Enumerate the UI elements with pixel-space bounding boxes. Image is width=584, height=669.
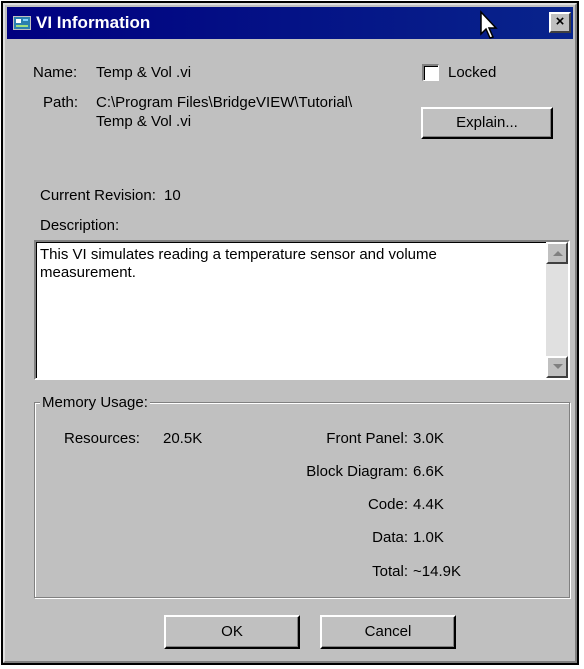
data-value: 1.0K: [413, 529, 444, 546]
description-scrollbar[interactable]: [546, 242, 568, 378]
arrow-up-icon: [553, 251, 563, 256]
front-panel-label: Front Panel:: [326, 430, 408, 447]
data-label: Data:: [372, 529, 408, 546]
name-label: Name:: [33, 64, 78, 81]
cancel-button-label: Cancel: [364, 623, 412, 640]
ok-button[interactable]: OK: [164, 615, 300, 649]
memory-usage-title: Memory Usage:: [40, 394, 150, 412]
locked-label[interactable]: Locked: [448, 64, 496, 82]
total-value: ~14.9K: [413, 563, 461, 580]
description-text[interactable]: This VI simulates reading a temperature …: [40, 246, 520, 282]
ok-button-label: OK: [221, 623, 243, 640]
arrow-down-icon: [553, 364, 563, 369]
window-title: VI Information: [36, 13, 151, 32]
scroll-down-button[interactable]: [546, 356, 568, 378]
path-label: Path:: [43, 94, 79, 111]
revision-label: Current Revision:: [40, 187, 156, 204]
resources-value: 20.5K: [163, 430, 203, 447]
front-panel-value: 3.0K: [413, 430, 444, 447]
scroll-up-button[interactable]: [546, 242, 568, 264]
block-diagram-value: 6.6K: [413, 463, 444, 480]
total-label: Total:: [372, 563, 408, 580]
resources-label: Resources:: [64, 430, 140, 447]
code-label: Code:: [367, 496, 408, 513]
locked-checkbox[interactable]: [422, 64, 439, 81]
cancel-button[interactable]: Cancel: [320, 615, 456, 649]
path-line-1: C:\Program Files\BridgeVIEW\Tutorial\: [96, 94, 353, 111]
close-button[interactable]: ×: [549, 12, 571, 33]
description-label: Description:: [40, 217, 120, 234]
description-textarea[interactable]: This VI simulates reading a temperature …: [34, 240, 570, 380]
window-app-icon: [13, 16, 31, 30]
mouse-pointer-icon: [480, 10, 498, 39]
block-diagram-label: Block Diagram:: [306, 463, 408, 480]
revision-value: 10: [164, 187, 181, 204]
explain-button-label: Explain...: [456, 114, 518, 131]
code-value: 4.4K: [413, 496, 444, 513]
explain-button[interactable]: Explain...: [421, 107, 553, 139]
name-value: Temp & Vol .vi: [96, 64, 192, 81]
path-line-2: Temp & Vol .vi: [96, 113, 192, 130]
close-icon: ×: [555, 13, 565, 30]
